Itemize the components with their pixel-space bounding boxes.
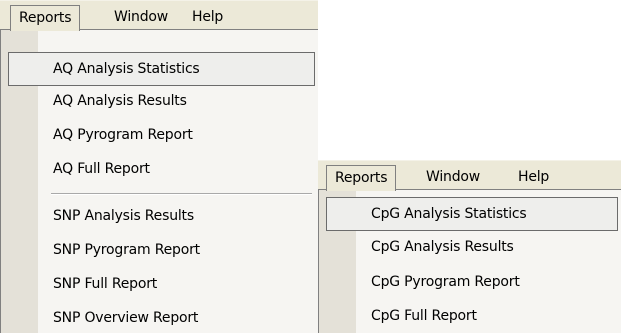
menu-reports[interactable]: Reports <box>326 165 397 191</box>
menu-window[interactable]: Window <box>106 5 176 31</box>
menu-item-snp-analysis-results[interactable]: SNP Analysis Results <box>1 200 318 234</box>
reports-dropdown: AQ Analysis Statistics AQ Analysis Resul… <box>0 29 318 333</box>
menu-item-label: AQ Analysis Results <box>53 93 187 109</box>
menu-item-label: SNP Pyrogram Report <box>53 242 200 258</box>
reports-dropdown: CpG Analysis Statistics CpG Analysis Res… <box>318 189 621 333</box>
menu-item-label: CpG Pyrogram Report <box>371 274 520 290</box>
menu-bar: Reports Window Help <box>0 0 318 31</box>
menu-window[interactable]: Window <box>418 165 488 191</box>
menu-item-aq-full-report[interactable]: AQ Full Report <box>1 153 318 187</box>
menu-help[interactable]: Help <box>510 165 557 191</box>
menu-item-label: AQ Analysis Statistics <box>53 61 200 77</box>
menu-item-aq-pyrogram-report[interactable]: AQ Pyrogram Report <box>1 119 318 153</box>
menu-help[interactable]: Help <box>184 5 231 31</box>
menu-item-cpg-analysis-results[interactable]: CpG Analysis Results <box>319 231 621 265</box>
menu-item-label: CpG Analysis Results <box>371 239 514 255</box>
menu-item-label: AQ Full Report <box>53 161 150 177</box>
menu-item-label: AQ Pyrogram Report <box>53 127 193 143</box>
menu-item-aq-analysis-results[interactable]: AQ Analysis Results <box>1 85 318 119</box>
menu-item-label: SNP Analysis Results <box>53 208 194 224</box>
aq-reports-panel: Reports Window Help AQ Analysis Statisti… <box>0 0 318 333</box>
menu-item-cpg-pyrogram-report[interactable]: CpG Pyrogram Report <box>319 266 621 300</box>
cpg-reports-panel: Reports Window Help CpG Analysis Statist… <box>318 160 621 333</box>
menu-item-snp-overview-report[interactable]: SNP Overview Report <box>1 302 318 333</box>
menu-item-label: SNP Overview Report <box>53 310 199 326</box>
menu-separator <box>51 193 312 195</box>
menu-bar: Reports Window Help <box>318 160 621 191</box>
menu-item-cpg-full-report[interactable]: CpG Full Report <box>319 300 621 333</box>
menu-item-cpg-analysis-statistics[interactable]: CpG Analysis Statistics <box>326 197 618 231</box>
menu-reports[interactable]: Reports <box>10 5 81 31</box>
menu-item-label: CpG Analysis Statistics <box>371 206 527 222</box>
menu-item-snp-full-report[interactable]: SNP Full Report <box>1 268 318 302</box>
menu-item-label: SNP Full Report <box>53 276 158 292</box>
menu-item-label: CpG Full Report <box>371 308 477 324</box>
menu-item-aq-analysis-statistics[interactable]: AQ Analysis Statistics <box>8 52 315 86</box>
menu-item-snp-pyrogram-report[interactable]: SNP Pyrogram Report <box>1 234 318 268</box>
